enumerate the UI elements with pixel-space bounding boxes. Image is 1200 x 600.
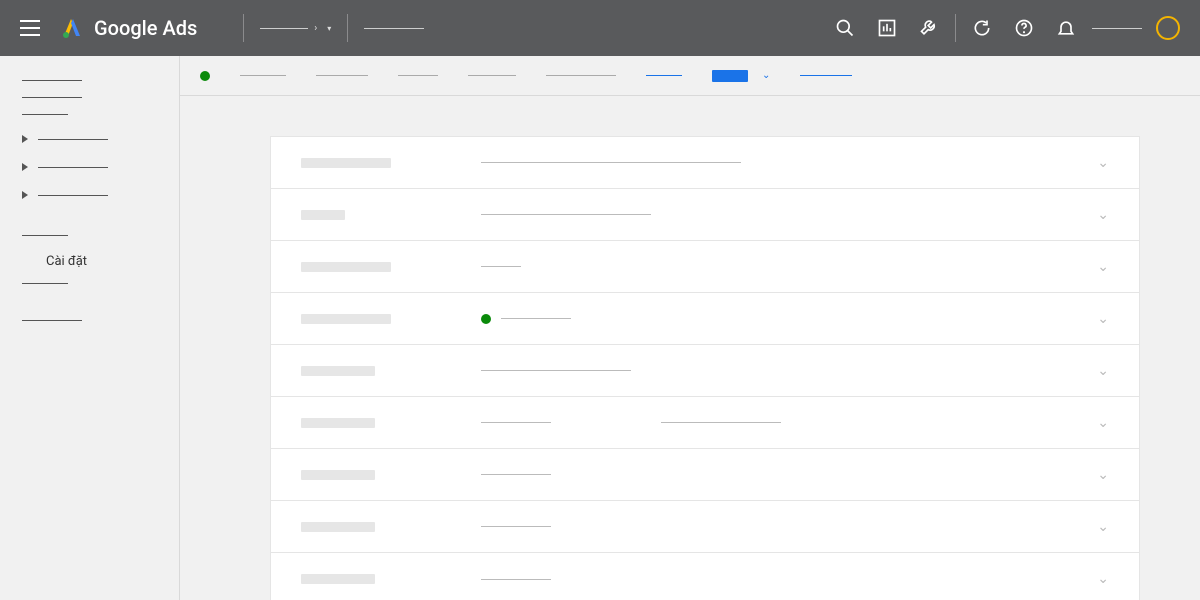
row-value bbox=[661, 422, 781, 423]
row-value bbox=[481, 422, 551, 423]
row-label bbox=[301, 314, 391, 324]
status-dot-enabled bbox=[481, 314, 491, 324]
sidebar-item[interactable] bbox=[0, 229, 179, 246]
toolbar-icons-2 bbox=[972, 18, 1076, 38]
row-label bbox=[301, 418, 375, 428]
sidebar-item-settings[interactable]: Cài đặt bbox=[0, 246, 179, 277]
sidebar-expandable[interactable] bbox=[0, 125, 179, 153]
settings-row[interactable]: ⌄ bbox=[271, 137, 1139, 189]
tab[interactable] bbox=[316, 75, 368, 76]
status-dot-enabled bbox=[200, 71, 210, 81]
row-value bbox=[481, 526, 551, 527]
tab[interactable] bbox=[240, 75, 286, 76]
chevron-right-icon bbox=[22, 191, 28, 199]
row-value bbox=[481, 474, 551, 475]
avatar[interactable] bbox=[1156, 16, 1180, 40]
row-value bbox=[481, 162, 741, 163]
chevron-down-icon: ⌄ bbox=[1097, 207, 1109, 223]
row-label bbox=[301, 574, 375, 584]
top-bar: Google Ads › ▾ bbox=[0, 0, 1200, 56]
chevron-down-icon: ⌄ bbox=[1097, 363, 1109, 379]
chevron-down-icon[interactable]: ⌄ bbox=[762, 70, 770, 81]
settings-row[interactable]: ⌄ bbox=[271, 397, 1139, 449]
row-value bbox=[481, 370, 631, 371]
settings-row[interactable]: ⌄ bbox=[271, 293, 1139, 345]
tab[interactable] bbox=[468, 75, 516, 76]
settings-row[interactable]: ⌄ bbox=[271, 189, 1139, 241]
search-icon[interactable] bbox=[835, 18, 855, 38]
row-value bbox=[501, 318, 571, 319]
row-value bbox=[481, 214, 651, 215]
settings-row[interactable]: ⌄ bbox=[271, 241, 1139, 293]
tools-icon[interactable] bbox=[919, 18, 939, 38]
tab-active[interactable] bbox=[712, 70, 748, 82]
sidebar-expandable[interactable] bbox=[0, 153, 179, 181]
chevron-right-icon: › bbox=[314, 23, 317, 34]
help-icon[interactable] bbox=[1014, 18, 1034, 38]
tab[interactable] bbox=[646, 75, 682, 76]
chevron-down-icon: ⌄ bbox=[1097, 467, 1109, 483]
menu-icon[interactable] bbox=[20, 20, 40, 36]
sidebar-item[interactable] bbox=[0, 277, 179, 294]
chevron-right-icon bbox=[22, 135, 28, 143]
sidebar-expandable[interactable] bbox=[0, 181, 179, 209]
link[interactable] bbox=[800, 75, 852, 76]
settings-row[interactable]: ⌄ bbox=[271, 553, 1139, 600]
reports-icon[interactable] bbox=[877, 18, 897, 38]
separator bbox=[347, 14, 348, 42]
row-value bbox=[481, 266, 521, 267]
separator bbox=[243, 14, 244, 42]
row-label bbox=[301, 262, 391, 272]
sidebar-item[interactable] bbox=[0, 91, 179, 108]
row-label bbox=[301, 366, 375, 376]
separator bbox=[955, 14, 956, 42]
chevron-down-icon: ⌄ bbox=[1097, 259, 1109, 275]
account-name[interactable] bbox=[1092, 28, 1142, 29]
ads-logo-icon bbox=[60, 16, 84, 40]
row-label bbox=[301, 522, 375, 532]
row-label bbox=[301, 210, 345, 220]
sidebar-item[interactable] bbox=[0, 108, 179, 125]
chevron-right-icon bbox=[22, 163, 28, 171]
toolbar-icons bbox=[835, 18, 939, 38]
caret-down-icon: ▾ bbox=[327, 24, 331, 33]
chevron-down-icon: ⌄ bbox=[1097, 571, 1109, 587]
breadcrumb-account[interactable]: › ▾ bbox=[260, 23, 331, 34]
settings-row[interactable]: ⌄ bbox=[271, 345, 1139, 397]
chevron-down-icon: ⌄ bbox=[1097, 155, 1109, 171]
tab[interactable] bbox=[398, 75, 438, 76]
tab-strip: ⌄ bbox=[180, 56, 1200, 96]
product-logo[interactable]: Google Ads bbox=[60, 16, 197, 40]
settings-row[interactable]: ⌄ bbox=[271, 501, 1139, 553]
row-value bbox=[481, 579, 551, 580]
chevron-down-icon: ⌄ bbox=[1097, 519, 1109, 535]
chevron-down-icon: ⌄ bbox=[1097, 311, 1109, 327]
refresh-icon[interactable] bbox=[972, 18, 992, 38]
sidebar-item[interactable] bbox=[0, 314, 179, 331]
breadcrumb-campaign[interactable] bbox=[364, 28, 424, 29]
sidebar: Cài đặt bbox=[0, 56, 180, 600]
row-label bbox=[301, 158, 391, 168]
notifications-icon[interactable] bbox=[1056, 18, 1076, 38]
product-name: Google Ads bbox=[94, 16, 197, 40]
sidebar-item[interactable] bbox=[0, 74, 179, 91]
settings-panel: ⌄ ⌄ ⌄ ⌄ ⌄ ⌄ ⌄ ⌄ ⌄ bbox=[270, 136, 1140, 600]
chevron-down-icon: ⌄ bbox=[1097, 415, 1109, 431]
settings-row[interactable]: ⌄ bbox=[271, 449, 1139, 501]
row-label bbox=[301, 470, 375, 480]
tab[interactable] bbox=[546, 75, 616, 76]
